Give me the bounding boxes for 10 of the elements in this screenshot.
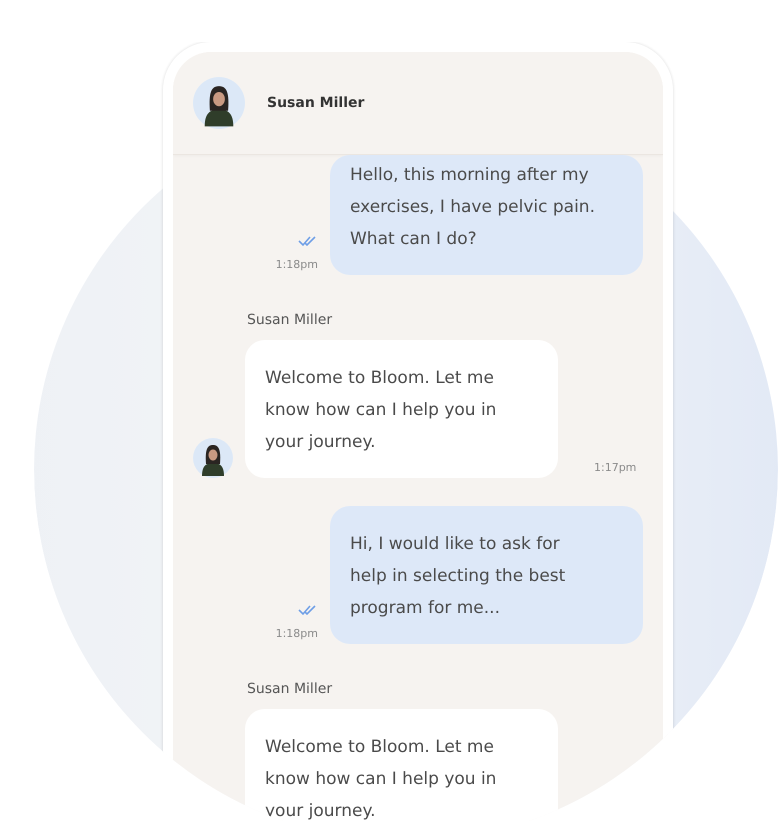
message-bubble: Hello, this morning after my exercises, I have pelvic pain. What can I do? <box>330 155 643 275</box>
message-bubble: Hi, I would like to ask for help in selecting the best program for me... <box>330 506 643 644</box>
sender-name: Susan Miller <box>247 681 332 697</box>
sender-name: Susan Miller <box>247 312 332 328</box>
message-time: 1:18pm <box>276 627 318 640</box>
message-time: 1:18pm <box>276 258 318 271</box>
contact-name: Susan Miller <box>267 95 364 111</box>
message-bubble: Welcome to Bloom. Let me know how can I help you in your journey. <box>245 340 558 478</box>
message-time: 1:17pm <box>593 461 636 476</box>
avatar-icon <box>193 77 245 129</box>
